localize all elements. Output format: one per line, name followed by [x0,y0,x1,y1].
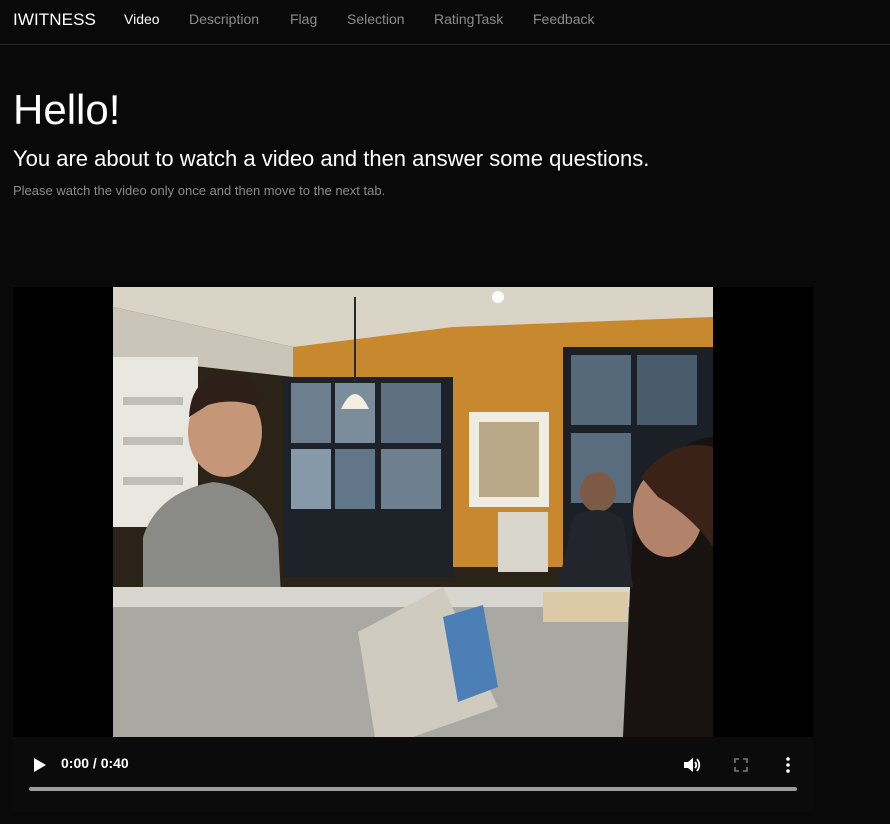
video-progress-bar[interactable] [29,787,797,791]
video-time-display: 0:00 / 0:40 [61,755,129,771]
top-navbar: IWITNESS Video Description Flag Selectio… [0,0,890,45]
video-controls: 0:00 / 0:40 [13,737,813,812]
tab-feedback[interactable]: Feedback [533,11,594,27]
tab-ratingtask[interactable]: RatingTask [434,11,503,27]
tab-video[interactable]: Video [124,11,160,27]
brand-logo[interactable]: IWITNESS [13,10,96,30]
page-heading: Hello! [13,86,121,133]
tab-selection[interactable]: Selection [347,11,405,27]
play-icon[interactable] [29,755,49,775]
page-subtitle: You are about to watch a video and then … [13,146,650,171]
video-still-image [113,287,713,737]
video-player[interactable]: 0:00 / 0:40 [13,287,813,812]
fullscreen-icon[interactable] [730,754,752,776]
tab-description[interactable]: Description [189,11,259,27]
video-frame[interactable] [113,287,713,737]
volume-icon[interactable] [681,754,703,776]
tab-flag[interactable]: Flag [290,11,317,27]
more-options-icon[interactable] [777,754,799,776]
instruction-text: Please watch the video only once and the… [13,183,386,198]
